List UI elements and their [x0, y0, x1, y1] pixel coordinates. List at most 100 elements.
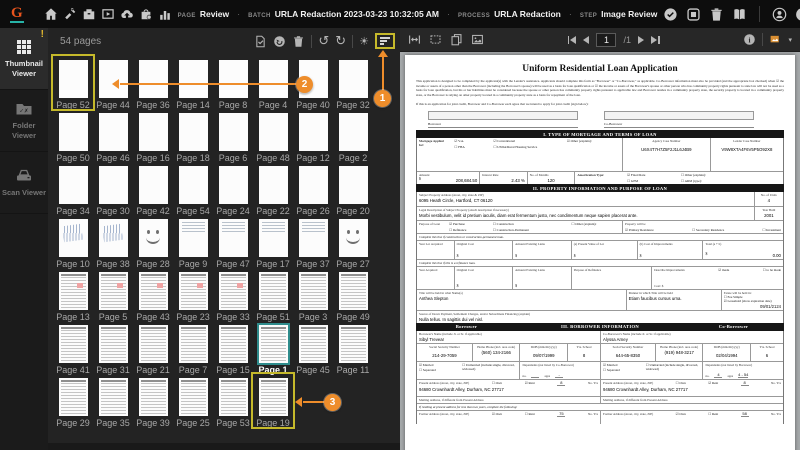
- thumbnail-page-24[interactable]: Page 24: [213, 162, 253, 216]
- page-thumbnail-image[interactable]: [218, 166, 248, 204]
- page-thumbnail-image[interactable]: [258, 166, 288, 204]
- page-thumbnail-image[interactable]: [218, 113, 248, 151]
- thumbnail-page-39[interactable]: Page 39: [133, 374, 173, 428]
- page-thumbnail-image[interactable]: [298, 113, 328, 151]
- page-thumbnail-image[interactable]: [258, 60, 288, 98]
- page-thumbnail-image[interactable]: [218, 325, 248, 363]
- page-thumbnail-image[interactable]: [178, 272, 208, 310]
- thumbnail-page-47[interactable]: Page 47: [213, 215, 253, 269]
- thumbnail-page-11[interactable]: Page 11: [333, 321, 373, 375]
- page-thumbnail-image[interactable]: [58, 378, 88, 416]
- thumbnail-page-25[interactable]: Page 25: [173, 374, 213, 428]
- page-thumbnail-image[interactable]: [98, 60, 128, 98]
- page-thumbnail-image[interactable]: [258, 378, 288, 416]
- rotate-right-icon[interactable]: ↻: [335, 35, 346, 48]
- mark-page-reviewed-icon[interactable]: [254, 35, 267, 48]
- job-bag-icon[interactable]: [139, 7, 153, 21]
- page-thumbnail-image[interactable]: [338, 60, 368, 98]
- thumbnail-page-16[interactable]: Page 16: [133, 109, 173, 163]
- page-thumbnail-image[interactable]: [58, 325, 88, 363]
- upload-cloud-icon[interactable]: [120, 7, 134, 21]
- thumbnail-page-34[interactable]: Page 34: [53, 162, 93, 216]
- thumbnail-page-27[interactable]: Page 27: [333, 215, 373, 269]
- page-thumbnail-image[interactable]: [98, 166, 128, 204]
- thumbnail-page-5[interactable]: Page 5: [93, 268, 133, 322]
- thumbnail-page-2[interactable]: Page 2: [333, 109, 373, 163]
- thumbnail-page-31[interactable]: Page 31: [93, 321, 133, 375]
- thumbnail-page-54[interactable]: Page 54: [173, 162, 213, 216]
- sidebar-item-folder-viewer[interactable]: ✓✗ Folder Viewer: [0, 90, 48, 152]
- thumbnail-page-53[interactable]: Page 53: [213, 374, 253, 428]
- thumbnail-page-12[interactable]: Page 12: [293, 109, 333, 163]
- horizontal-scrollbar[interactable]: [48, 443, 400, 450]
- page-thumbnail-image[interactable]: [338, 166, 368, 204]
- document-canvas[interactable]: Uniform Residential Loan Application Thi…: [400, 52, 800, 450]
- page-thumbnail-image[interactable]: [338, 272, 368, 310]
- user-account-icon[interactable]: [772, 7, 787, 22]
- page-thumbnail-image[interactable]: [218, 378, 248, 416]
- info-button[interactable]: i: [743, 33, 756, 46]
- page-thumbnail-image[interactable]: [178, 60, 208, 98]
- page-thumbnail-image[interactable]: [298, 166, 328, 204]
- thumbnail-page-50[interactable]: Page 50: [53, 109, 93, 163]
- thumbnail-page-51[interactable]: Page 51: [253, 268, 293, 322]
- thumbnail-page-23[interactable]: Page 23: [173, 268, 213, 322]
- page-thumbnail-image[interactable]: [58, 219, 88, 257]
- stop-task-icon[interactable]: [686, 7, 701, 22]
- page-thumbnail-image[interactable]: [258, 272, 288, 310]
- thumbnail-page-45[interactable]: Page 45: [293, 321, 333, 375]
- page-thumbnail-image[interactable]: [138, 219, 168, 257]
- thumbnail-page-48[interactable]: Page 48: [253, 109, 293, 163]
- page-thumbnail-image[interactable]: [98, 272, 128, 310]
- thumbnail-page-21[interactable]: Page 21: [133, 321, 173, 375]
- fit-region-icon[interactable]: [429, 33, 442, 46]
- thumbnail-page-14[interactable]: Page 14: [173, 56, 213, 110]
- image-view-icon[interactable]: [471, 33, 484, 46]
- thumbnail-page-1[interactable]: Page 1: [253, 321, 293, 375]
- thumbnail-page-43[interactable]: Page 43: [133, 268, 173, 322]
- thumbnail-page-26[interactable]: Page 26: [293, 162, 333, 216]
- page-thumbnail-image[interactable]: [138, 272, 168, 310]
- image-options-button[interactable]: [769, 33, 782, 46]
- stats-chart-icon[interactable]: [158, 7, 172, 21]
- page-thumbnail-image[interactable]: [138, 166, 168, 204]
- home-icon[interactable]: [44, 7, 58, 21]
- previous-page-button[interactable]: [583, 35, 590, 44]
- sidebar-item-thumbnail-viewer[interactable]: ! Thumbnail Viewer: [0, 28, 48, 90]
- page-thumbnail-image[interactable]: [58, 166, 88, 204]
- sidebar-item-scan-viewer[interactable]: Scan Viewer: [0, 152, 48, 214]
- page-thumbnail-image[interactable]: [138, 325, 168, 363]
- thumbnail-page-10[interactable]: Page 10: [53, 215, 93, 269]
- page-thumbnail-image[interactable]: [338, 219, 368, 257]
- last-page-button[interactable]: [651, 35, 660, 44]
- page-thumbnail-image[interactable]: [138, 113, 168, 151]
- thumbnail-page-8[interactable]: Page 8: [213, 56, 253, 110]
- page-number-input[interactable]: [596, 32, 617, 47]
- delete-batch-icon[interactable]: [709, 7, 724, 22]
- thumbnail-page-18[interactable]: Page 18: [173, 109, 213, 163]
- thumbnail-page-35[interactable]: Page 35: [93, 374, 133, 428]
- thumbnail-page-38[interactable]: Page 38: [93, 215, 133, 269]
- complete-task-icon[interactable]: [663, 7, 678, 22]
- thumbnail-page-19[interactable]: Page 19: [251, 372, 295, 429]
- page-thumbnail-image[interactable]: [338, 325, 368, 363]
- rotate-left-icon[interactable]: ↺: [318, 35, 329, 48]
- thumbnail-page-41[interactable]: Page 41: [53, 321, 93, 375]
- undo-circle-icon[interactable]: [273, 35, 286, 48]
- page-thumbnail-image[interactable]: [58, 272, 88, 310]
- close-book-icon[interactable]: [732, 7, 747, 22]
- fit-width-icon[interactable]: [408, 33, 421, 46]
- page-thumbnail-image[interactable]: [178, 219, 208, 257]
- page-thumbnail-image[interactable]: [98, 378, 128, 416]
- page-thumbnail-image[interactable]: [178, 166, 208, 204]
- thumbnail-page-4[interactable]: Page 4: [253, 56, 293, 110]
- page-thumbnail-image[interactable]: [256, 323, 290, 365]
- tools-icon[interactable]: [63, 7, 77, 21]
- thumbnail-page-6[interactable]: Page 6: [213, 109, 253, 163]
- page-thumbnail-image[interactable]: [58, 113, 88, 151]
- page-thumbnail-image[interactable]: [98, 113, 128, 151]
- page-thumbnail-image[interactable]: [218, 272, 248, 310]
- page-thumbnail-image[interactable]: [218, 219, 248, 257]
- thumbnail-page-29[interactable]: Page 29: [53, 374, 93, 428]
- page-thumbnail-image[interactable]: [218, 60, 248, 98]
